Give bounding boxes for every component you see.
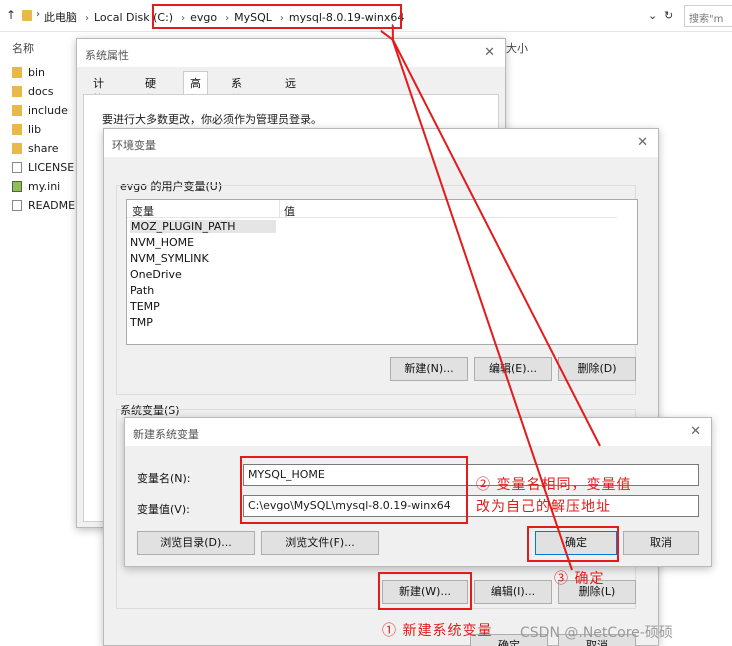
watermark: CSDN @.NetCore-硕硕	[520, 625, 673, 641]
annotation-arrow	[0, 0, 601, 571]
annotation-step2-line2: 改为自己的解压地址	[476, 499, 611, 515]
annotation-step2-line1: ② 变量名相同，变量值	[476, 477, 632, 493]
annotation-step1: ① 新建系统变量	[382, 623, 493, 639]
annotation-step3: ③ 确定	[554, 571, 605, 587]
